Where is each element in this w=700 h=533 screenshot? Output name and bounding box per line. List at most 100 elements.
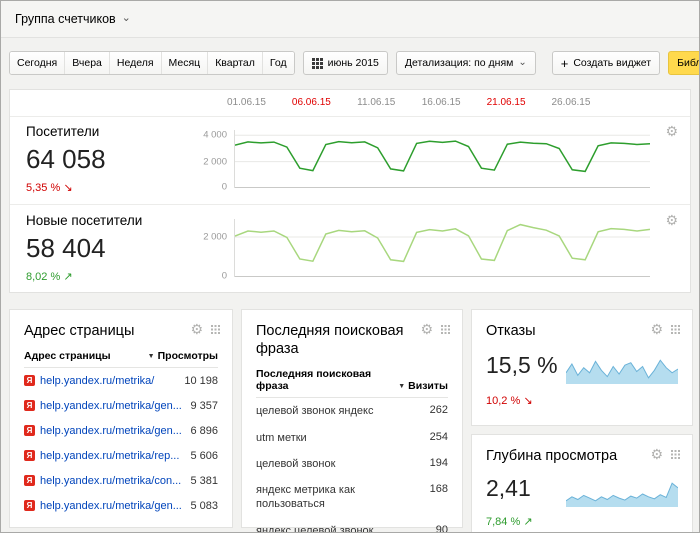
- sort-desc-icon: ▼: [398, 383, 405, 390]
- period-year-button[interactable]: Год: [262, 52, 294, 74]
- visitors-section: Посетители 64 058 5,35 % ↘ 4 000 2 000 0…: [10, 116, 690, 204]
- granularity-label: Детализация: по дням: [405, 57, 513, 69]
- y-axis-tick: 0: [222, 182, 227, 193]
- depth-sparkline: [566, 477, 678, 512]
- page-views-value: 5 606: [184, 450, 218, 462]
- new-visitors-value: 58 404: [26, 233, 142, 264]
- search-phrase: целевой звонок: [256, 457, 420, 471]
- toolbar: Сегодня Вчера Неделя Месяц Квартал Год и…: [9, 51, 691, 75]
- date-label: 26.06.15: [551, 97, 590, 108]
- table-row: яндекс целевой звонок 90: [256, 518, 448, 533]
- site-favicon-icon: Я: [24, 400, 35, 411]
- period-week-button[interactable]: Неделя: [109, 52, 161, 74]
- column-header-value[interactable]: ▼ Визиты: [398, 380, 448, 392]
- page-url-link[interactable]: help.yandex.ru/metrika/gen...: [40, 400, 184, 412]
- search-phrase: utm метки: [256, 431, 420, 445]
- bounces-value: 15,5 %: [486, 352, 558, 379]
- bounces-delta: 10,2 % ↘: [486, 394, 533, 407]
- gear-icon[interactable]: ⚙: [190, 322, 203, 336]
- table-row: Я help.yandex.ru/metrika/gen... 6 896: [24, 418, 218, 443]
- search-phrase: яндекс целевой звонок: [256, 524, 426, 533]
- counter-group-selector[interactable]: Группа счетчиков ⌄: [15, 1, 131, 37]
- gear-icon[interactable]: ⚙: [665, 213, 678, 227]
- trend-down-icon: ↘: [63, 182, 72, 194]
- y-axis-tick: 0: [222, 271, 227, 282]
- page-url-link[interactable]: help.yandex.ru/metrika/rep...: [40, 450, 184, 462]
- trend-up-icon: ↗: [523, 516, 532, 528]
- visits-value: 262: [420, 404, 448, 416]
- visits-value: 90: [426, 524, 448, 533]
- date-label: 01.06.15: [227, 97, 266, 108]
- gear-icon[interactable]: ⚙: [665, 124, 678, 138]
- new-visitors-chart-svg: [235, 219, 650, 277]
- trend-up-icon: ↗: [63, 271, 72, 283]
- calendar-icon: [312, 58, 323, 69]
- drag-handle-icon[interactable]: [211, 325, 220, 334]
- column-header-name[interactable]: Последняя поисковая фраза: [256, 368, 386, 392]
- visits-value: 254: [420, 431, 448, 443]
- traffic-chart-card: 01.06.15 06.06.15 11.06.15 16.06.15 21.0…: [9, 89, 691, 293]
- top-bar: Группа счетчиков ⌄: [1, 1, 699, 38]
- new-visitors-title: Новые посетители: [26, 213, 142, 228]
- table-row: utm метки 254: [256, 425, 448, 451]
- period-quarter-button[interactable]: Квартал: [207, 52, 262, 74]
- page-address-widget: Адрес страницы ⚙ Адрес страницы ▼ Просмо…: [9, 309, 233, 528]
- drag-handle-icon[interactable]: [671, 325, 680, 334]
- gear-icon[interactable]: ⚙: [420, 322, 433, 336]
- site-favicon-icon: Я: [24, 425, 35, 436]
- chevron-down-icon: ⌄: [518, 57, 526, 68]
- date-label: 06.06.15: [292, 97, 331, 108]
- create-widget-label: Создать виджет: [573, 57, 651, 69]
- plus-icon: +: [561, 57, 569, 70]
- visitors-line-chart[interactable]: 4 000 2 000 0: [234, 130, 650, 188]
- page-views-value: 6 896: [184, 425, 218, 437]
- period-month-button[interactable]: Месяц: [161, 52, 208, 74]
- bounces-widget: Отказы ⚙ 15,5 % 10,2 % ↘: [471, 309, 693, 426]
- visitors-chart-svg: [235, 130, 650, 188]
- table-row: Я help.yandex.ru/metrika/gen... 5 083: [24, 493, 218, 518]
- depth-delta: 7,84 % ↗: [486, 515, 533, 528]
- column-header-value[interactable]: ▼ Просмотры: [148, 350, 218, 362]
- visits-value: 168: [420, 483, 448, 495]
- table-row: яндекс метрика как пользоваться 168: [256, 477, 448, 518]
- site-favicon-icon: Я: [24, 450, 35, 461]
- create-widget-button[interactable]: + Создать виджет: [552, 51, 660, 75]
- table-row: целевой звонок яндекс 262: [256, 398, 448, 424]
- gear-icon[interactable]: ⚙: [650, 447, 663, 461]
- drag-handle-icon[interactable]: [671, 450, 680, 459]
- search-phrase: целевой звонок яндекс: [256, 404, 420, 418]
- period-today-button[interactable]: Сегодня: [10, 52, 64, 74]
- y-axis-tick: 4 000: [203, 130, 227, 141]
- column-header-name[interactable]: Адрес страницы: [24, 350, 111, 362]
- calendar-button[interactable]: июнь 2015: [303, 51, 388, 75]
- search-phrase: яндекс метрика как пользоваться: [256, 483, 376, 512]
- table-header: Последняя поисковая фраза ▼ Визиты: [256, 368, 448, 398]
- table-row: Я help.yandex.ru/metrika/gen... 9 357: [24, 393, 218, 418]
- metrika-dashboard: Группа счетчиков ⌄ Сегодня Вчера Неделя …: [0, 0, 700, 533]
- widget-library-label: Библиотека виджетов: [677, 57, 700, 69]
- page-views-value: 10 198: [178, 375, 218, 387]
- counter-group-label: Группа счетчиков: [15, 12, 116, 26]
- search-phrase-widget: Последняя поисковая фраза ⚙ Последняя по…: [241, 309, 463, 528]
- drag-handle-icon[interactable]: [441, 325, 450, 334]
- page-views-value: 9 357: [184, 400, 218, 412]
- y-axis-tick: 2 000: [203, 157, 227, 168]
- visitors-title: Посетители: [26, 124, 106, 139]
- sort-desc-icon: ▼: [148, 353, 155, 360]
- timeline-dates: 01.06.15 06.06.15 11.06.15 16.06.15 21.0…: [10, 90, 690, 117]
- trend-down-icon: ↘: [523, 395, 532, 407]
- granularity-dropdown[interactable]: Детализация: по дням ⌄: [396, 51, 536, 75]
- new-visitors-line-chart[interactable]: 2 000 0: [234, 219, 650, 277]
- new-visitors-delta: 8,02 % ↗: [26, 270, 142, 283]
- widget-library-button[interactable]: Библиотека виджетов: [668, 51, 700, 75]
- page-url-link[interactable]: help.yandex.ru/metrika/: [40, 375, 178, 387]
- page-url-link[interactable]: help.yandex.ru/metrika/gen...: [40, 425, 184, 437]
- table-row: Я help.yandex.ru/metrika/ 10 198: [24, 368, 218, 393]
- new-visitors-section: Новые посетители 58 404 8,02 % ↗ 2 000 0…: [10, 204, 690, 293]
- page-depth-widget: Глубина просмотра ⚙ 2,41 7,84 % ↗: [471, 434, 693, 533]
- page-url-link[interactable]: help.yandex.ru/metrika/gen...: [40, 500, 184, 512]
- gear-icon[interactable]: ⚙: [650, 322, 663, 336]
- table-header: Адрес страницы ▼ Просмотры: [24, 350, 218, 368]
- page-url-link[interactable]: help.yandex.ru/metrika/con...: [40, 475, 184, 487]
- period-yesterday-button[interactable]: Вчера: [64, 52, 109, 74]
